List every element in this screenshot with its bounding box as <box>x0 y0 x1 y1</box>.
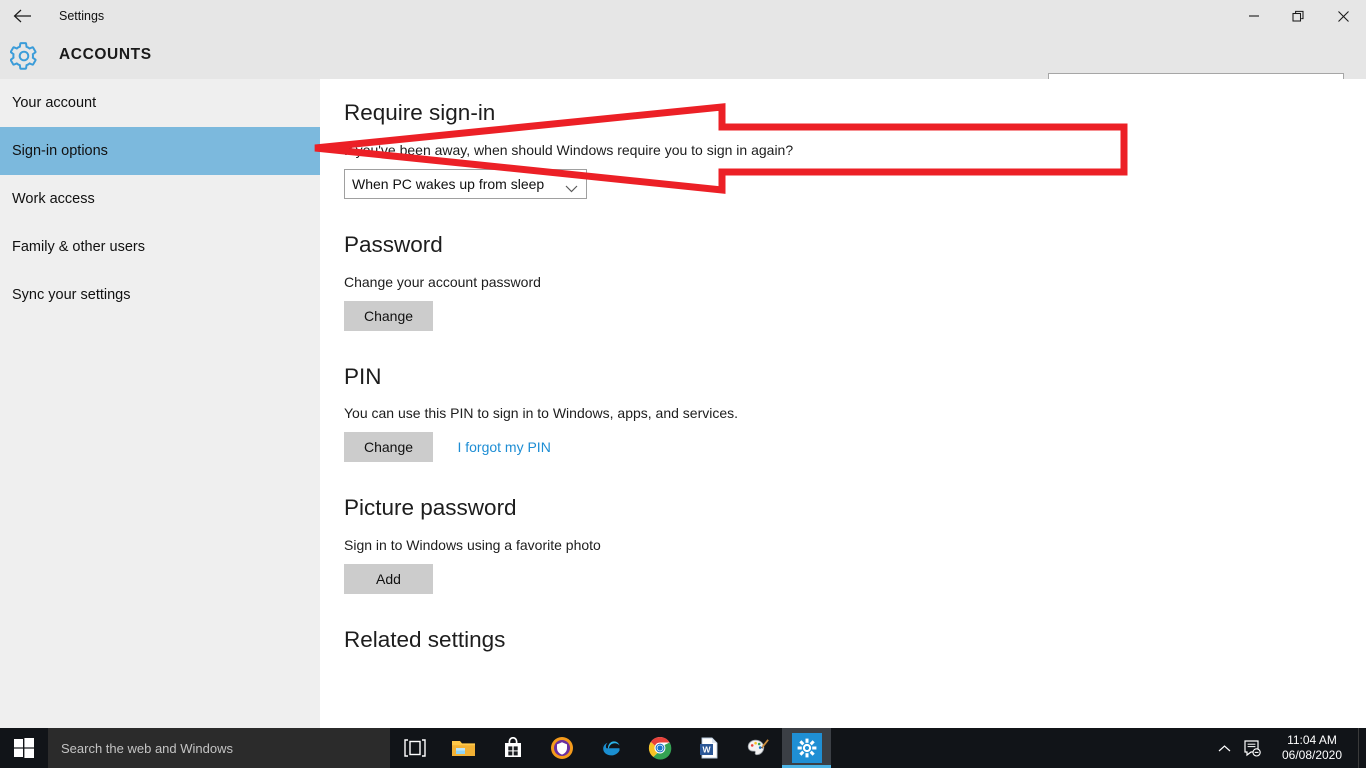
start-button[interactable] <box>0 728 48 768</box>
section-pin: PIN You can use this PIN to sign in to W… <box>344 363 1366 463</box>
store-icon[interactable] <box>488 728 537 768</box>
file-explorer-icon[interactable] <box>439 728 488 768</box>
change-password-button[interactable]: Change <box>344 300 433 331</box>
taskbar-app-icons: W <box>390 728 831 768</box>
picture-password-heading: Picture password <box>344 495 517 521</box>
page-title: ACCOUNTS <box>59 46 152 63</box>
chevron-up-icon[interactable] <box>1210 728 1238 768</box>
chrome-icon[interactable] <box>635 728 684 768</box>
password-description: Change your account password <box>344 273 541 290</box>
clock-date: 06/08/2020 <box>1281 748 1343 762</box>
settings-gear <box>9 42 40 70</box>
sidebar-item-sync-your-settings[interactable]: Sync your settings <box>0 271 320 319</box>
add-picture-password-button[interactable]: Add <box>344 564 433 594</box>
require-signin-dropdown[interactable]: When PC wakes up from sleep Never <box>344 168 587 199</box>
svg-text:W: W <box>702 744 711 754</box>
taskbar: Search the web and Windows W 11:04 AM 06… <box>0 728 1366 768</box>
taskbar-search-box[interactable]: Search the web and Windows <box>48 728 390 768</box>
sidebar-item-family-other-users[interactable]: Family & other users <box>0 223 320 271</box>
window-controls <box>1231 0 1366 32</box>
related-settings-heading: Related settings <box>344 627 506 652</box>
sidebar-item-label: Family & other users <box>12 239 145 255</box>
clock[interactable]: 11:04 AM 06/08/2020 <box>1266 728 1358 768</box>
paint-icon[interactable] <box>733 728 782 768</box>
section-picture-password: Picture password Sign in to Windows usin… <box>344 495 1366 594</box>
title-bar: Settings <box>0 0 1366 32</box>
antivirus-icon[interactable] <box>537 728 586 768</box>
windows-start-icon <box>14 738 34 758</box>
section-require-signin: Require sign-in If you've been away, whe… <box>344 100 1366 199</box>
sidebar-item-your-account[interactable]: Your account <box>0 79 320 127</box>
action-center-icon[interactable] <box>1238 728 1266 768</box>
page-header: ACCOUNTS <box>0 32 1366 102</box>
pin-description: You can use this PIN to sign in to Windo… <box>344 405 739 422</box>
window-title: Settings <box>59 9 105 23</box>
sidebar-item-label: Work access <box>12 191 95 207</box>
gear-icon <box>9 42 37 70</box>
taskbar-search-placeholder: Search the web and Windows <box>61 740 233 756</box>
settings-window: Settings ACCOUNTS Find a setting Your ac… <box>0 0 1366 768</box>
sidebar-nav: Your account Sign-in options Work access… <box>0 79 320 728</box>
back-button[interactable] <box>0 0 46 32</box>
picture-password-description: Sign in to Windows using a favorite phot… <box>344 537 601 553</box>
back-arrow-icon <box>13 9 31 23</box>
password-heading: Password <box>344 231 443 257</box>
task-view-icon[interactable] <box>390 728 439 768</box>
close-button[interactable] <box>1321 0 1366 32</box>
restore-button[interactable] <box>1276 0 1321 32</box>
require-signin-dropdown-wrap: When PC wakes up from sleep Never <box>344 168 587 199</box>
require-signin-heading: Require sign-in <box>344 100 496 125</box>
system-tray: 11:04 AM 06/08/2020 <box>1210 728 1366 768</box>
show-desktop-button[interactable] <box>1358 728 1366 768</box>
sidebar-item-work-access[interactable]: Work access <box>0 175 320 223</box>
require-signin-description: If you've been away, when should Windows… <box>344 141 794 158</box>
sidebar-item-sign-in-options[interactable]: Sign-in options <box>0 127 320 175</box>
sidebar-item-label: Sign-in options <box>12 143 108 159</box>
close-icon <box>1338 10 1349 22</box>
change-pin-button[interactable]: Change <box>344 432 433 463</box>
pin-heading: PIN <box>344 363 382 389</box>
clock-time: 11:04 AM <box>1287 733 1337 747</box>
edge-icon[interactable] <box>586 728 635 768</box>
minimize-icon <box>1248 15 1259 17</box>
sidebar-item-label: Sync your settings <box>12 287 131 303</box>
settings-taskbar-icon[interactable] <box>782 728 831 768</box>
sidebar-item-label: Your account <box>12 95 97 111</box>
word-icon[interactable]: W <box>684 728 733 768</box>
section-password: Password Change your account password Ch… <box>344 231 1366 331</box>
minimize-button[interactable] <box>1231 0 1276 32</box>
settings-content: Require sign-in If you've been away, whe… <box>320 79 1366 728</box>
forgot-pin-link[interactable]: I forgot my PIN <box>457 432 550 462</box>
restore-icon <box>1292 10 1304 22</box>
